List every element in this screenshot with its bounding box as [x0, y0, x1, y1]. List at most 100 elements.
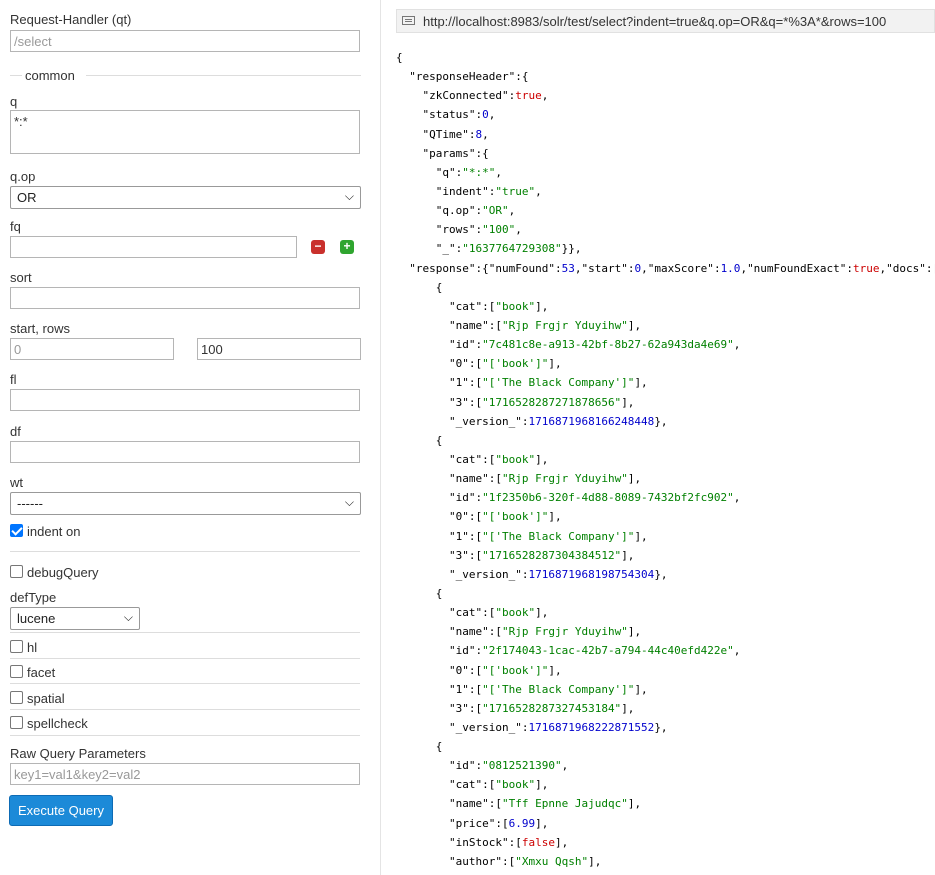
response-json-line: "id":"7c481c8e-a913-42bf-8b27-62a943da4e… — [396, 335, 935, 354]
json-token: :[ — [488, 318, 502, 332]
json-token: : — [713, 261, 721, 275]
raw-params-input[interactable]: key1=val1&key2=val2 — [10, 763, 360, 785]
request-handler-input[interactable]: /select — [10, 30, 360, 52]
json-token: { — [396, 280, 443, 294]
df-input[interactable] — [10, 441, 360, 463]
json-token: "book" — [495, 299, 536, 313]
json-token: , — [495, 165, 502, 179]
json-token: "_version_" — [448, 567, 522, 581]
json-token: ], — [588, 854, 602, 868]
json-token: "2f174043-1cac-42b7-a794-44c40efd422e" — [482, 644, 734, 658]
fl-input[interactable] — [10, 389, 360, 411]
wt-select[interactable]: ------ ⌵ — [10, 492, 361, 515]
json-token: "q" — [435, 165, 456, 179]
json-token: "1" — [448, 376, 469, 390]
sort-input[interactable] — [10, 287, 360, 309]
response-json-line: "1":["['The Black Company']"], — [396, 373, 935, 392]
json-token: "3" — [448, 701, 469, 715]
json-token: { — [396, 586, 443, 600]
q-textarea[interactable]: *:* — [10, 110, 360, 154]
qop-label: q.op — [10, 169, 36, 184]
rows-input[interactable]: 100 — [197, 338, 361, 360]
json-token: "book" — [495, 452, 536, 466]
response-json-line: "q":"*:*", — [396, 163, 935, 182]
json-token: "name" — [448, 625, 489, 639]
response-json-line: "_version_":1716871968166248448}, — [396, 412, 935, 431]
json-token: :[ — [468, 701, 483, 715]
json-token: ], — [535, 606, 549, 620]
json-token: }}, — [561, 242, 582, 256]
plus-icon[interactable]: + — [340, 240, 354, 254]
execute-query-button[interactable]: Execute Query — [9, 795, 113, 826]
json-token: ], — [535, 452, 549, 466]
response-json-line: "responseHeader":{ — [396, 67, 935, 86]
json-token: ], — [627, 625, 642, 639]
json-token: ], — [621, 548, 635, 562]
divider — [10, 658, 360, 659]
json-token: :{ — [515, 70, 529, 84]
divider — [10, 709, 360, 710]
json-token: "id" — [448, 338, 476, 352]
json-token: "['The Black Company']" — [482, 376, 635, 390]
json-token: , — [561, 759, 569, 773]
json-token: true — [515, 89, 542, 103]
deftype-select[interactable]: lucene ⌵ — [10, 607, 140, 630]
spellcheck-checkbox[interactable] — [10, 716, 23, 729]
json-token: { — [396, 51, 403, 64]
json-token: "1f2350b6-320f-4d88-8089-7432bf2fc902" — [482, 491, 734, 505]
divider — [10, 683, 360, 684]
qop-select[interactable]: OR ⌵ — [10, 186, 361, 209]
json-token: :[ — [482, 778, 496, 792]
json-token: ], — [548, 357, 562, 371]
common-divider-left — [10, 75, 22, 76]
json-token: , — [541, 89, 549, 103]
json-token: }, — [654, 720, 668, 734]
json-token: }, — [654, 567, 668, 581]
deftype-selected-value: lucene — [17, 611, 56, 626]
debugquery-checkbox[interactable] — [10, 565, 23, 578]
json-token: "name" — [448, 472, 489, 486]
response-json-line: "cat":["book"], — [396, 775, 935, 794]
json-token: "cat" — [448, 606, 483, 620]
indent-checkbox[interactable] — [10, 524, 23, 537]
facet-checkbox[interactable] — [10, 665, 23, 678]
start-input[interactable]: 0 — [10, 338, 174, 360]
request-handler-label: Request-Handler (qt) — [10, 12, 132, 27]
json-token: "QTime" — [422, 127, 469, 141]
json-token: "id" — [448, 759, 476, 773]
minus-icon[interactable]: − — [311, 240, 325, 254]
json-token: "3" — [448, 395, 469, 409]
response-url-bar[interactable]: http://localhost:8983/solr/test/select?i… — [396, 9, 935, 33]
hl-checkbox[interactable] — [10, 640, 23, 653]
json-token: "cat" — [448, 778, 483, 792]
spatial-checkbox[interactable] — [10, 691, 23, 704]
response-json-line: "name":["Rjp Frgjr Yduyihw"], — [396, 316, 935, 335]
divider — [10, 632, 360, 633]
response-json-line: "author":["Xmxu Qqsh"], — [396, 852, 935, 871]
response-url-link[interactable]: http://localhost:8983/solr/test/select?i… — [423, 14, 886, 29]
json-token: "inStock" — [448, 835, 509, 849]
json-token: "_" — [435, 242, 456, 256]
json-token: "['book']" — [482, 510, 549, 524]
response-json-line: "_version_":1716871968222871552}, — [396, 718, 935, 737]
json-token: "_version_" — [448, 414, 522, 428]
json-token: "1716528287304384512" — [482, 548, 622, 562]
response-json-line: "0":["['book']"], — [396, 661, 935, 680]
fq-input[interactable] — [10, 236, 297, 258]
panel-divider — [380, 0, 381, 875]
json-token: "response" — [409, 261, 476, 275]
